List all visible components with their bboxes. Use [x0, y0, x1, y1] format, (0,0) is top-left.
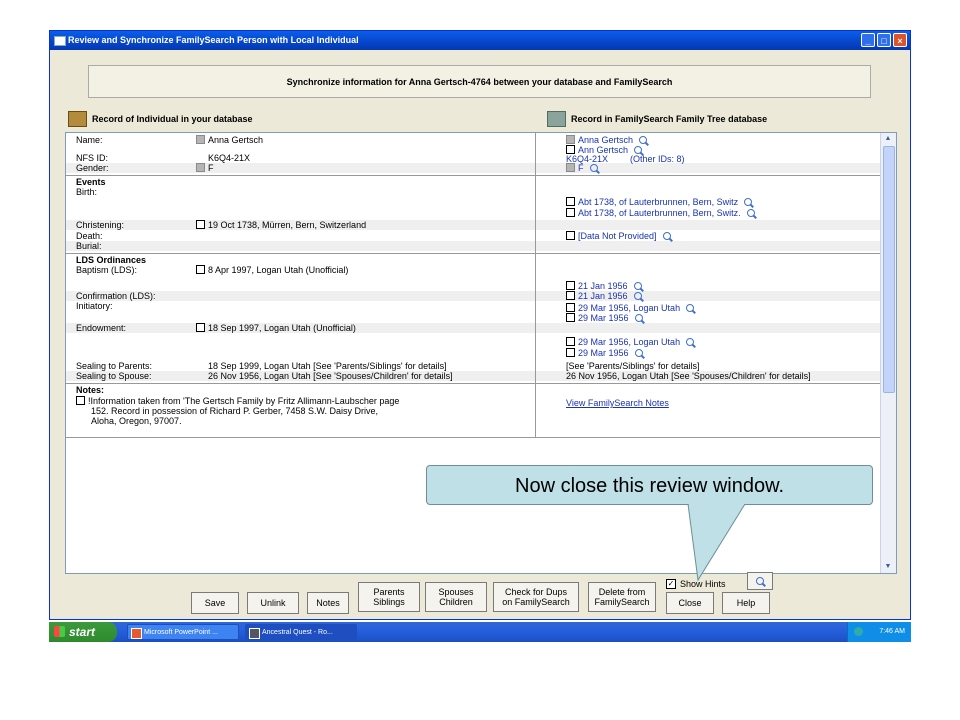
magnifier-icon[interactable]	[746, 209, 755, 217]
powerpoint-icon	[131, 628, 142, 639]
scroll-up-icon[interactable]: ▲	[883, 134, 893, 144]
app-icon	[54, 36, 66, 46]
magnifier-icon[interactable]	[686, 338, 695, 346]
parents-siblings-button[interactable]: Parents Siblings	[358, 582, 420, 612]
maximize-button[interactable]: □	[877, 33, 891, 47]
checkbox[interactable]	[566, 135, 575, 144]
magnifier-icon[interactable]	[686, 304, 695, 312]
checkbox[interactable]	[566, 208, 575, 217]
show-hints-checkbox[interactable]: ✓	[666, 579, 676, 589]
notes-button[interactable]: Notes	[307, 592, 349, 614]
checkbox[interactable]	[566, 281, 575, 290]
windows-logo-icon	[54, 626, 65, 637]
magnifier-icon[interactable]	[589, 164, 598, 172]
close-button[interactable]: Close	[666, 592, 714, 614]
callout-pointer	[687, 504, 746, 582]
network-icon[interactable]	[854, 627, 863, 636]
delete-from-familysearch-button[interactable]: Delete from FamilySearch	[588, 582, 656, 612]
checkbox[interactable]	[566, 163, 575, 172]
right-section-heading: Record in FamilySearch Family Tree datab…	[547, 111, 767, 127]
taskbar: start Microsoft PowerPoint ... Ancestral…	[49, 622, 911, 642]
checkbox[interactable]	[196, 135, 205, 144]
magnifier-icon[interactable]	[639, 136, 648, 144]
checkbox[interactable]	[196, 220, 205, 229]
sync-header: Synchronize information for Anna Gertsch…	[88, 65, 871, 98]
checkbox[interactable]	[566, 348, 575, 357]
window-close-button[interactable]: ×	[893, 33, 907, 47]
magnifier-icon[interactable]	[634, 349, 643, 357]
ancestral-quest-icon	[249, 628, 260, 639]
magnifier-icon[interactable]	[634, 314, 643, 322]
checkbox[interactable]	[566, 145, 575, 154]
checkbox[interactable]	[76, 396, 85, 405]
checkbox[interactable]	[196, 163, 205, 172]
unlink-button[interactable]: Unlink	[247, 592, 299, 614]
start-button[interactable]: start	[49, 622, 117, 642]
family-tree-icon	[547, 111, 566, 127]
magnifier-icon[interactable]	[634, 146, 643, 154]
view-notes-link[interactable]: View FamilySearch Notes	[566, 398, 669, 408]
checkbox[interactable]	[566, 291, 575, 300]
magnifier-icon[interactable]	[633, 282, 642, 290]
name-link[interactable]: Anna Gertsch	[578, 135, 633, 145]
clock: 7:46 AM	[879, 628, 905, 635]
scroll-down-icon[interactable]: ▼	[883, 562, 893, 572]
scroll-thumb[interactable]	[883, 146, 895, 393]
left-section-heading: Record of Individual in your database	[68, 111, 253, 127]
checkbox[interactable]	[196, 265, 205, 274]
taskbar-item-powerpoint[interactable]: Microsoft PowerPoint ...	[127, 624, 239, 640]
spouses-children-button[interactable]: Spouses Children	[425, 582, 487, 612]
minimize-button[interactable]: _	[861, 33, 875, 47]
vertical-scrollbar[interactable]: ▲ ▼	[880, 133, 896, 573]
checkbox[interactable]	[196, 323, 205, 332]
check-dups-button[interactable]: Check for Dups on FamilySearch	[493, 582, 579, 612]
magnifier-icon[interactable]	[744, 198, 753, 206]
checkbox[interactable]	[566, 313, 575, 322]
checkbox[interactable]	[566, 337, 575, 346]
taskbar-item-ancestral-quest[interactable]: Ancestral Quest - Ro...	[245, 624, 357, 640]
familysearch-record-column: Anna Gertsch Ann Gertsch K6Q4-21X (Other …	[535, 133, 883, 438]
magnifier-icon[interactable]	[662, 232, 671, 240]
system-tray: 7:46 AM	[847, 622, 911, 642]
save-button[interactable]: Save	[191, 592, 239, 614]
checkbox[interactable]	[566, 303, 575, 312]
window-title: Review and Synchronize FamilySearch Pers…	[68, 35, 359, 45]
window-titlebar[interactable]: Review and Synchronize FamilySearch Pers…	[50, 31, 910, 50]
checkbox[interactable]	[566, 197, 575, 206]
instruction-callout: Now close this review window.	[426, 465, 873, 505]
family-record-icon	[68, 111, 87, 127]
help-button[interactable]: Help	[722, 592, 770, 614]
checkbox[interactable]	[566, 231, 575, 240]
magnifier-icon[interactable]	[633, 292, 642, 300]
